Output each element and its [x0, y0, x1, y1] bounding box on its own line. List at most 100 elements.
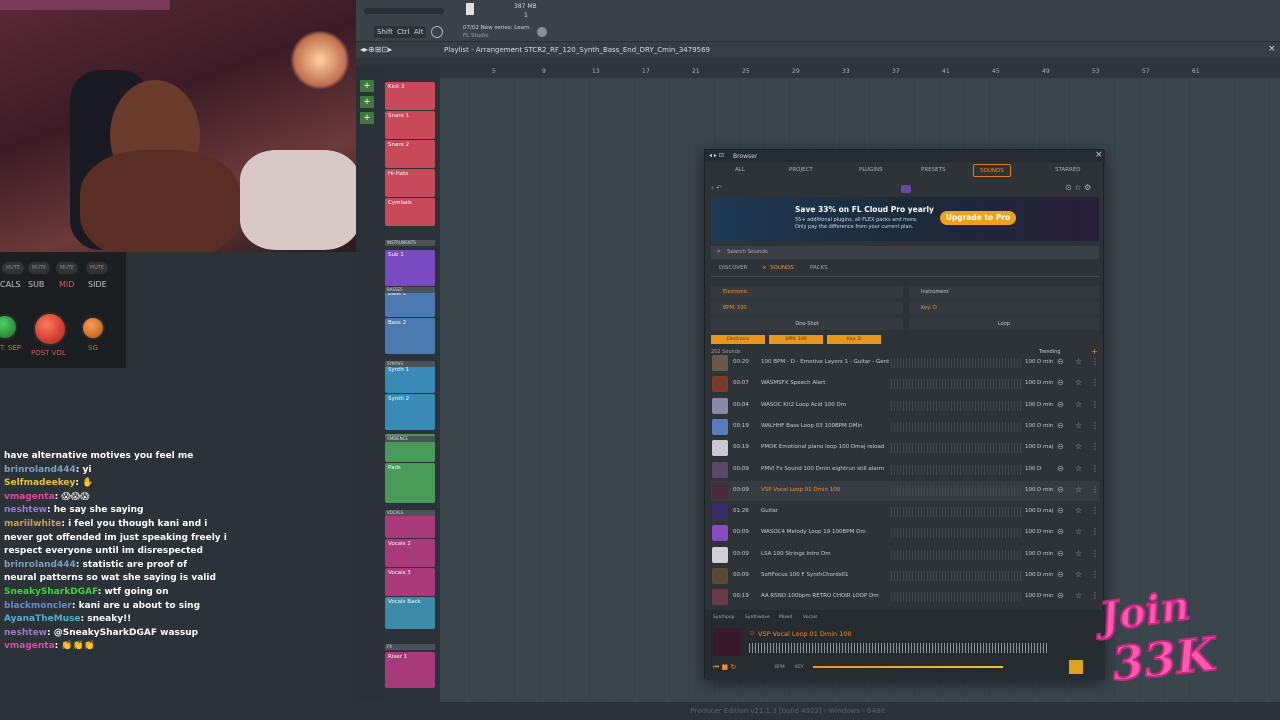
add-track-icon[interactable]: + — [360, 96, 374, 108]
sound-waveform[interactable] — [891, 443, 1021, 454]
more-icon[interactable]: ⋮ — [1091, 357, 1099, 366]
tag[interactable]: Vocals — [803, 615, 817, 620]
loop-toggle[interactable]: Loop — [909, 318, 1099, 330]
more-icon[interactable]: ⋮ — [1091, 421, 1099, 430]
subtab-packs[interactable]: PACKS — [810, 265, 828, 271]
browser-title-bar[interactable]: ◂ ▸ ⊡ Browser × — [705, 150, 1105, 162]
more-icon[interactable]: ⋮ — [1091, 378, 1099, 387]
back-icon[interactable]: ‹ ↶ — [711, 184, 722, 192]
track-header[interactable]: Snare 2 — [385, 140, 435, 168]
track-header[interactable]: Snare 1 — [385, 111, 435, 139]
sound-waveform[interactable] — [891, 571, 1021, 581]
more-icon[interactable]: ⋮ — [1091, 549, 1099, 558]
mute-button[interactable]: MUTE — [28, 262, 50, 274]
pattern-name[interactable]: STCR2_RF_120_Synth_Bass_End_DRY_Cmin_347… — [524, 46, 710, 54]
bpm-filter[interactable]: BPM: 100 — [711, 302, 903, 314]
chat-username[interactable]: brinroland444 — [4, 465, 76, 475]
browser-tab-sounds[interactable]: SOUNDS — [973, 164, 1011, 177]
record-icon[interactable] — [431, 26, 443, 38]
sg-knob[interactable] — [81, 316, 105, 340]
chat-username[interactable]: vmagenta — [4, 492, 55, 502]
star-icon[interactable]: ☆ — [1075, 421, 1082, 430]
sound-row[interactable]: 00:09 LSA 100 Strings Intro Dm 100 D min ⊖ ☆ ⋮ — [711, 545, 1099, 565]
mute-button[interactable]: MUTE — [86, 262, 108, 274]
track-header[interactable]: Synth 1 — [385, 365, 435, 393]
sound-row[interactable]: 00:20 100 BPM - D - Emotive Layers 1 - Gu… — [711, 353, 1099, 373]
track-header[interactable]: Vocals Back — [385, 597, 435, 629]
tag[interactable]: Synthwave — [745, 615, 770, 620]
chat-username[interactable]: mariilwhite — [4, 519, 61, 529]
sound-waveform[interactable] — [891, 549, 1021, 560]
sound-row[interactable]: 00:09 PMVI Fx Sound 100 Dmin eightrun sti… — [711, 460, 1099, 480]
tag[interactable]: Mixed — [779, 615, 792, 620]
filter-chip[interactable]: Key: D — [827, 335, 881, 344]
ctrl-button[interactable]: Ctrl — [394, 26, 413, 38]
track-group-header[interactable]: BASSES — [385, 287, 435, 293]
star-icon[interactable]: ☆ — [1075, 570, 1082, 579]
track-header[interactable]: Pads — [385, 463, 435, 503]
browser-tab-presets[interactable]: PRESETS — [915, 164, 951, 177]
sound-waveform[interactable] — [891, 592, 1021, 603]
track-header[interactable]: Bass 2 — [385, 318, 435, 354]
sound-waveform[interactable] — [891, 485, 1021, 496]
browser-tab-starred[interactable]: STARRED — [1049, 164, 1087, 177]
mute-button[interactable]: MUTE — [56, 262, 78, 274]
sound-row[interactable]: 00:09 SoftFocus 100 F SynthChords01 100 D m… — [711, 566, 1099, 586]
more-icon[interactable]: ⋮ — [1091, 527, 1099, 536]
upgrade-button[interactable]: Upgrade to Pro — [940, 211, 1016, 225]
now-playing-waveform[interactable] — [749, 643, 1049, 653]
sound-waveform[interactable] — [891, 379, 1021, 390]
sound-waveform[interactable] — [891, 358, 1021, 368]
sound-row[interactable]: 00:19 PMOK Emotional piano loop 100 Dmaj … — [711, 438, 1099, 458]
playlist-scrollbar[interactable] — [356, 58, 1280, 66]
track-group-header[interactable]: SYNTHS — [385, 361, 435, 367]
subtab-sounds[interactable]: SOUNDS — [770, 265, 794, 271]
playlist-controls-icon[interactable]: ◂▸⊕⊞⊡▸ — [360, 45, 392, 54]
sound-row[interactable]: 00:09 VSP Vocal Loop 01 Dmin 100 100 D min ⊖… — [711, 480, 1099, 501]
volume-slider[interactable] — [813, 666, 1003, 668]
close-icon[interactable]: × — [762, 265, 767, 271]
minus-icon[interactable]: ⊖ — [1057, 506, 1064, 515]
minus-icon[interactable]: ⊖ — [1057, 378, 1064, 387]
chat-username[interactable]: AyanaTheMuse — [4, 614, 81, 624]
chat-username[interactable]: vmagenta — [4, 641, 55, 651]
filter-chip[interactable]: BPM: 100 — [769, 335, 823, 344]
close-icon[interactable]: × — [1268, 44, 1276, 54]
genre-filter[interactable]: Electronic — [711, 286, 903, 298]
minus-icon[interactable]: ⊖ — [1057, 527, 1064, 536]
more-icon[interactable]: ⋮ — [1091, 400, 1099, 409]
sound-waveform[interactable] — [891, 400, 1021, 411]
chat-username[interactable]: neshtew — [4, 505, 47, 515]
track-group-header[interactable]: AMBIENCE — [385, 436, 435, 442]
star-icon[interactable]: ☆ — [1075, 527, 1082, 536]
key-filter[interactable]: Key: D — [909, 302, 1099, 314]
star-icon[interactable]: ☆ — [1075, 442, 1082, 451]
one-shot-toggle[interactable]: One-Shot — [711, 318, 903, 330]
browser-tab-project[interactable]: PROJECT — [783, 164, 819, 177]
add-track-icon[interactable]: + — [360, 80, 374, 92]
track-header[interactable]: Cymbals — [385, 198, 435, 226]
alt-button[interactable]: Alt — [411, 26, 427, 38]
post-vol-knob[interactable] — [33, 312, 67, 346]
master-volume-slider[interactable] — [364, 8, 444, 14]
star-icon[interactable]: ☆ — [1075, 485, 1082, 494]
sep-knob[interactable] — [0, 314, 18, 340]
track-header[interactable]: Sub 1 — [385, 250, 435, 286]
star-icon[interactable]: ☆ — [1075, 378, 1082, 387]
star-icon[interactable]: ☆ — [1075, 549, 1082, 558]
browser-tab-plugins[interactable]: PLUGINS — [853, 164, 889, 177]
track-header[interactable]: Riser 1 — [385, 652, 435, 688]
more-icon[interactable]: ⋮ — [1091, 506, 1099, 515]
chat-username[interactable]: brinroland444 — [4, 560, 76, 570]
shift-button[interactable]: Shift — [374, 26, 396, 38]
transport-icons[interactable]: ⏮ ■ ↻ — [713, 663, 736, 672]
minus-icon[interactable]: ⊖ — [1057, 442, 1064, 451]
star-icon[interactable]: ☆ — [1075, 400, 1082, 409]
browser-tab-all[interactable]: ALL — [729, 164, 751, 177]
chat-username[interactable]: blackmoncler — [4, 601, 72, 611]
instrument-filter[interactable]: Instrument — [909, 286, 1099, 298]
minus-icon[interactable]: ⊖ — [1057, 591, 1064, 600]
star-icon[interactable]: ☆ — [749, 629, 755, 637]
track-header[interactable]: Bass 1 — [385, 289, 435, 317]
sound-waveform[interactable] — [891, 507, 1021, 518]
